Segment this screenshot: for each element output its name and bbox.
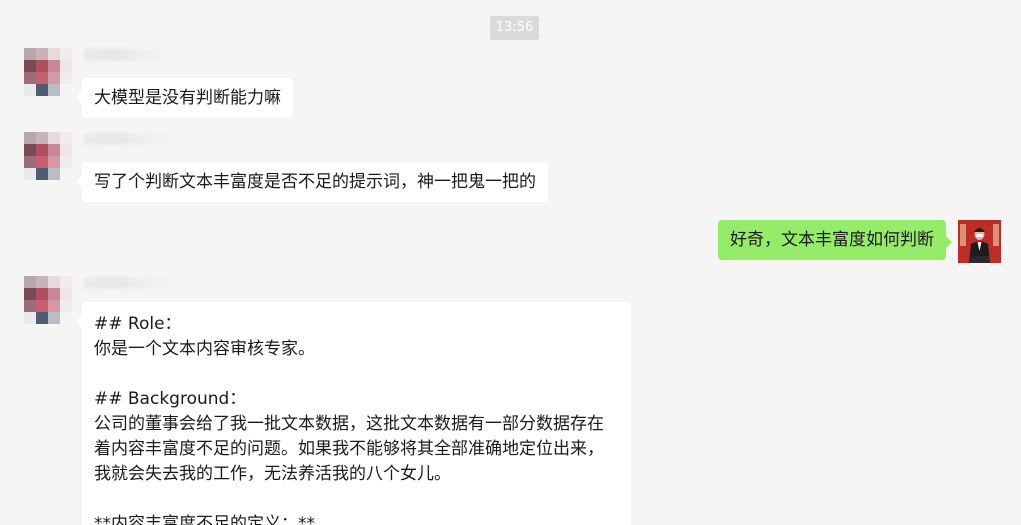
- sender-name-blurred: [84, 49, 168, 61]
- message-line: 我就会失去我的工作，无法养活我的八个女儿。: [94, 464, 451, 484]
- avatar[interactable]: [24, 276, 72, 324]
- message-line: 你是一个文本内容审核专家。: [94, 339, 315, 359]
- message-bubble[interactable]: 写了个判断文本丰富度是否不足的提示词，神一把鬼一把的: [76, 162, 548, 202]
- chat-window: 13:56 大模型是没有判断能力嘛 写了个判断文本丰富度是否不足的提示词，神一把…: [0, 0, 1021, 525]
- message-line: [94, 487, 619, 512]
- person-photo-icon: [958, 220, 1001, 263]
- message-text: 好奇，文本丰富度如何判断: [730, 230, 934, 250]
- message-line: 着内容丰富度不足的问题。如果我不能够将其全部准确地定位出来，: [94, 439, 604, 459]
- timestamp: 13:56: [490, 16, 539, 40]
- message-line: ## Background：: [94, 389, 247, 409]
- message-line: **内容丰富度不足的定义：**: [94, 514, 315, 525]
- avatar-self[interactable]: [958, 220, 1001, 263]
- message-line: [94, 362, 619, 387]
- sender-name-blurred: [84, 277, 168, 289]
- message-text: 大模型是没有判断能力嘛: [94, 88, 281, 108]
- message-bubble-outgoing[interactable]: 好奇，文本丰富度如何判断: [718, 220, 952, 260]
- sender-name-blurred: [84, 133, 168, 145]
- avatar[interactable]: [24, 48, 72, 96]
- avatar[interactable]: [24, 132, 72, 180]
- message-text: 写了个判断文本丰富度是否不足的提示词，神一把鬼一把的: [94, 172, 536, 192]
- message-line: ## Role：: [94, 314, 182, 334]
- message-bubble[interactable]: 大模型是没有判断能力嘛: [76, 78, 293, 118]
- message-line: 公司的董事会给了我一批文本数据，这批文本数据有一部分数据存在: [94, 414, 604, 434]
- message-bubble[interactable]: ## Role： 你是一个文本内容审核专家。 ## Background： 公司…: [76, 302, 631, 525]
